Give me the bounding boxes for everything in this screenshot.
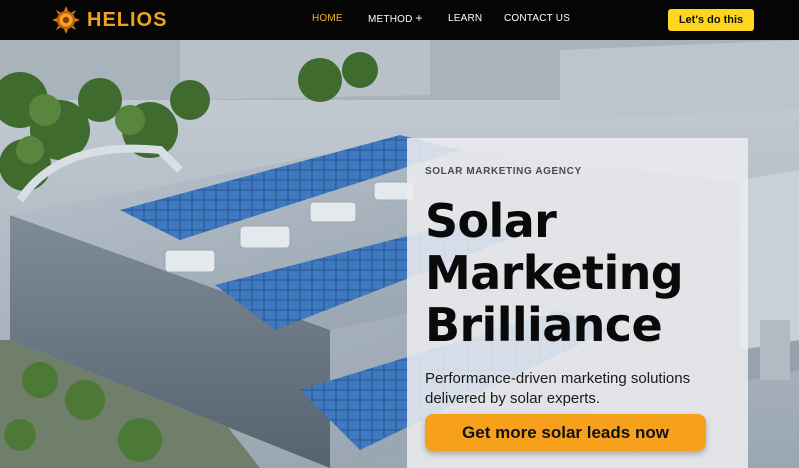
brand-name: HELIOS [87, 8, 168, 31]
nav-item-contact[interactable]: CONTACT US [504, 13, 570, 24]
hero-eyebrow: SOLAR MARKETING AGENCY [425, 166, 582, 177]
nav-item-method[interactable]: METHOD + [368, 11, 423, 25]
plus-icon: + [415, 11, 423, 25]
sun-gear-icon [52, 6, 80, 34]
brand-logo[interactable]: HELIOS [52, 6, 167, 34]
headline-line-3: Brilliance [425, 298, 663, 352]
nav-item-method-label: METHOD [368, 14, 413, 25]
lets-do-this-button[interactable]: Let's do this [668, 9, 754, 31]
hero-subtext: Performance-driven marketing solutions d… [425, 370, 691, 407]
headline-line-1: Solar [425, 194, 557, 248]
hero-section: SOLAR MARKETING AGENCY Solar Marketing B… [0, 40, 799, 468]
nav-item-home[interactable]: HOME [312, 13, 343, 24]
hero-card: SOLAR MARKETING AGENCY Solar Marketing B… [407, 138, 748, 468]
headline-line-2: Marketing [425, 246, 684, 300]
hero-headline: Solar Marketing Brilliance [425, 195, 748, 351]
get-solar-leads-button[interactable]: Get more solar leads now [425, 414, 706, 451]
top-navbar: HELIOS HOME METHOD + LEARN CONTACT US Let… [0, 0, 799, 40]
nav-item-learn[interactable]: LEARN [448, 13, 482, 24]
